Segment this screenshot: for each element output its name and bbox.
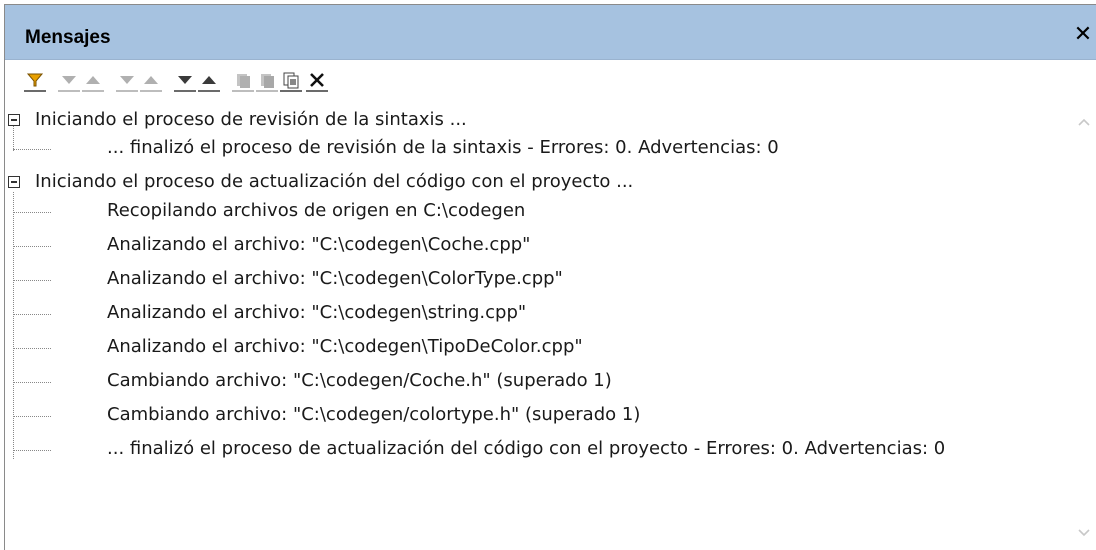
message-item[interactable]: ... finalizó el proceso de revisión de l…: [5, 131, 1065, 165]
message-text: Cambiando archivo: "C:\codegen/colortype…: [107, 404, 641, 425]
message-text: ... finalizó el proceso de actualización…: [107, 438, 946, 459]
title-bar: Mensajes ✕: [5, 5, 1096, 60]
messages-panel: Mensajes ✕ Iniciando el proceso de revis…: [4, 4, 1096, 550]
message-item[interactable]: Analizando el archivo: "C:\codegen\strin…: [5, 296, 1065, 330]
tree-connector: [13, 416, 51, 417]
collapse-icon[interactable]: [8, 114, 20, 126]
message-item[interactable]: Cambiando archivo: "C:\codegen/Coche.h" …: [5, 364, 1065, 398]
message-item[interactable]: Analizando el archivo: "C:\codegen\Coche…: [5, 228, 1065, 262]
scroll-up-icon[interactable]: [1076, 115, 1092, 129]
next-icon[interactable]: [57, 67, 81, 92]
previous-icon[interactable]: [81, 67, 105, 92]
message-item[interactable]: Analizando el archivo: "C:\codegen\TipoD…: [5, 330, 1065, 364]
message-text: Analizando el archivo: "C:\codegen\Coche…: [107, 234, 531, 255]
message-tree: Iniciando el proceso de revisión de la s…: [5, 99, 1096, 550]
copy-all-icon[interactable]: [255, 67, 279, 92]
message-text: ... finalizó el proceso de revisión de l…: [107, 137, 779, 158]
previous-warning-icon[interactable]: [197, 67, 221, 92]
collapse-icon[interactable]: [8, 176, 20, 188]
vertical-scrollbar[interactable]: [1072, 99, 1096, 550]
previous-error-icon[interactable]: [139, 67, 163, 92]
message-item[interactable]: Analizando el archivo: "C:\codegen\Color…: [5, 262, 1065, 296]
tree-connector: [13, 450, 51, 451]
message-text: Analizando el archivo: "C:\codegen\Color…: [107, 268, 563, 289]
filter-icon[interactable]: [23, 67, 47, 92]
tree-connector: [13, 314, 51, 315]
message-text: Recopilando archivos de origen en C:\cod…: [107, 200, 526, 221]
tree-connector: [13, 280, 51, 281]
tree-connector: [13, 382, 51, 383]
tree-connector: [13, 348, 51, 349]
next-warning-icon[interactable]: [173, 67, 197, 92]
panel-title: Mensajes: [25, 27, 111, 48]
message-text: Cambiando archivo: "C:\codegen/Coche.h" …: [107, 370, 612, 391]
message-item[interactable]: Recopilando archivos de origen en C:\cod…: [5, 194, 1065, 228]
next-error-icon[interactable]: [115, 67, 139, 92]
tree-connector: [13, 149, 51, 150]
tree-connector: [13, 212, 51, 213]
close-icon[interactable]: ✕: [1072, 23, 1094, 47]
toolbar: [23, 67, 443, 97]
message-text: Analizando el archivo: "C:\codegen\strin…: [107, 302, 527, 323]
tree-connector: [13, 246, 51, 247]
copy-line-icon[interactable]: [231, 67, 255, 92]
message-item[interactable]: ... finalizó el proceso de actualización…: [5, 432, 1065, 466]
message-text: Analizando el archivo: "C:\codegen\TipoD…: [107, 336, 583, 357]
scroll-down-icon[interactable]: [1076, 526, 1092, 540]
copy-selected-icon[interactable]: [279, 67, 303, 92]
clear-icon[interactable]: [305, 67, 329, 92]
message-item[interactable]: Cambiando archivo: "C:\codegen/colortype…: [5, 398, 1065, 432]
